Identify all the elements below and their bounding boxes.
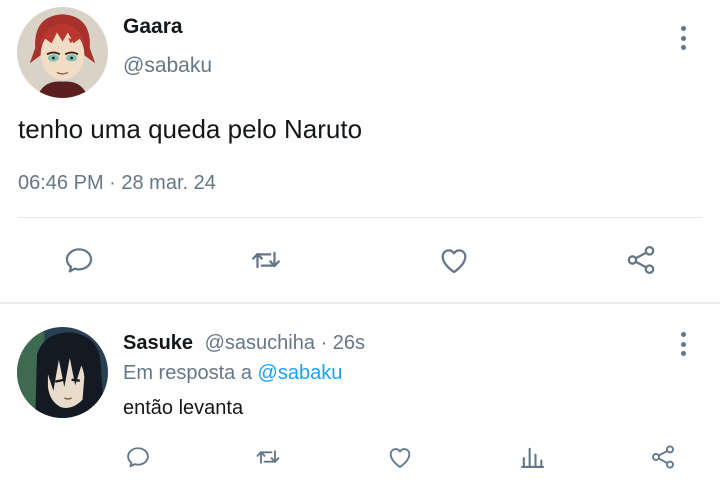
- analytics-icon: [521, 447, 545, 468]
- author-name[interactable]: Gaara: [123, 15, 183, 39]
- reply-header: Sasuke @sasuchiha · 26s: [123, 332, 365, 355]
- more-options-icon[interactable]: [673, 329, 693, 359]
- share-button[interactable]: [622, 241, 660, 279]
- reply-icon: [65, 248, 93, 273]
- reply-button[interactable]: [60, 241, 98, 279]
- sasuke-avatar-image: [17, 327, 108, 418]
- reply-button[interactable]: [122, 441, 154, 473]
- tweet-text: tenho uma queda pelo Naruto: [18, 114, 363, 144]
- more-options-icon[interactable]: [673, 23, 693, 53]
- share-button[interactable]: [647, 441, 679, 473]
- share-icon: [652, 445, 674, 469]
- avatar[interactable]: [17, 7, 108, 98]
- tweet-timestamp[interactable]: 06:46 PM · 28 mar. 24: [18, 172, 216, 195]
- author-handle[interactable]: @sasuchiha: [205, 332, 315, 354]
- reply-to-label: Em resposta a: [123, 362, 252, 384]
- like-button[interactable]: [435, 241, 473, 279]
- analytics-button[interactable]: [516, 441, 548, 473]
- gaara-avatar-image: [17, 7, 108, 98]
- avatar[interactable]: [17, 327, 108, 418]
- retweet-button[interactable]: [252, 441, 284, 473]
- retweet-icon: [252, 251, 280, 269]
- section-divider: [0, 302, 720, 304]
- reply-context: Em resposta a @sabaku: [123, 362, 342, 385]
- retweet-button[interactable]: [247, 241, 285, 279]
- like-icon: [389, 448, 411, 468]
- like-button[interactable]: [384, 441, 416, 473]
- separator: ·: [320, 332, 328, 354]
- share-icon: [627, 245, 655, 275]
- main-tweet: Gaara @sabaku tenho uma queda pelo Narut…: [0, 0, 720, 300]
- like-icon: [441, 249, 467, 274]
- reply-time[interactable]: 26s: [333, 332, 365, 354]
- reply-icon: [127, 447, 149, 468]
- divider: [18, 217, 702, 218]
- author-handle[interactable]: @sabaku: [123, 54, 212, 78]
- mention-link[interactable]: @sabaku: [258, 362, 343, 384]
- author-name[interactable]: Sasuke: [123, 332, 193, 354]
- reply-text: então levanta: [123, 397, 244, 419]
- retweet-icon: [256, 450, 280, 464]
